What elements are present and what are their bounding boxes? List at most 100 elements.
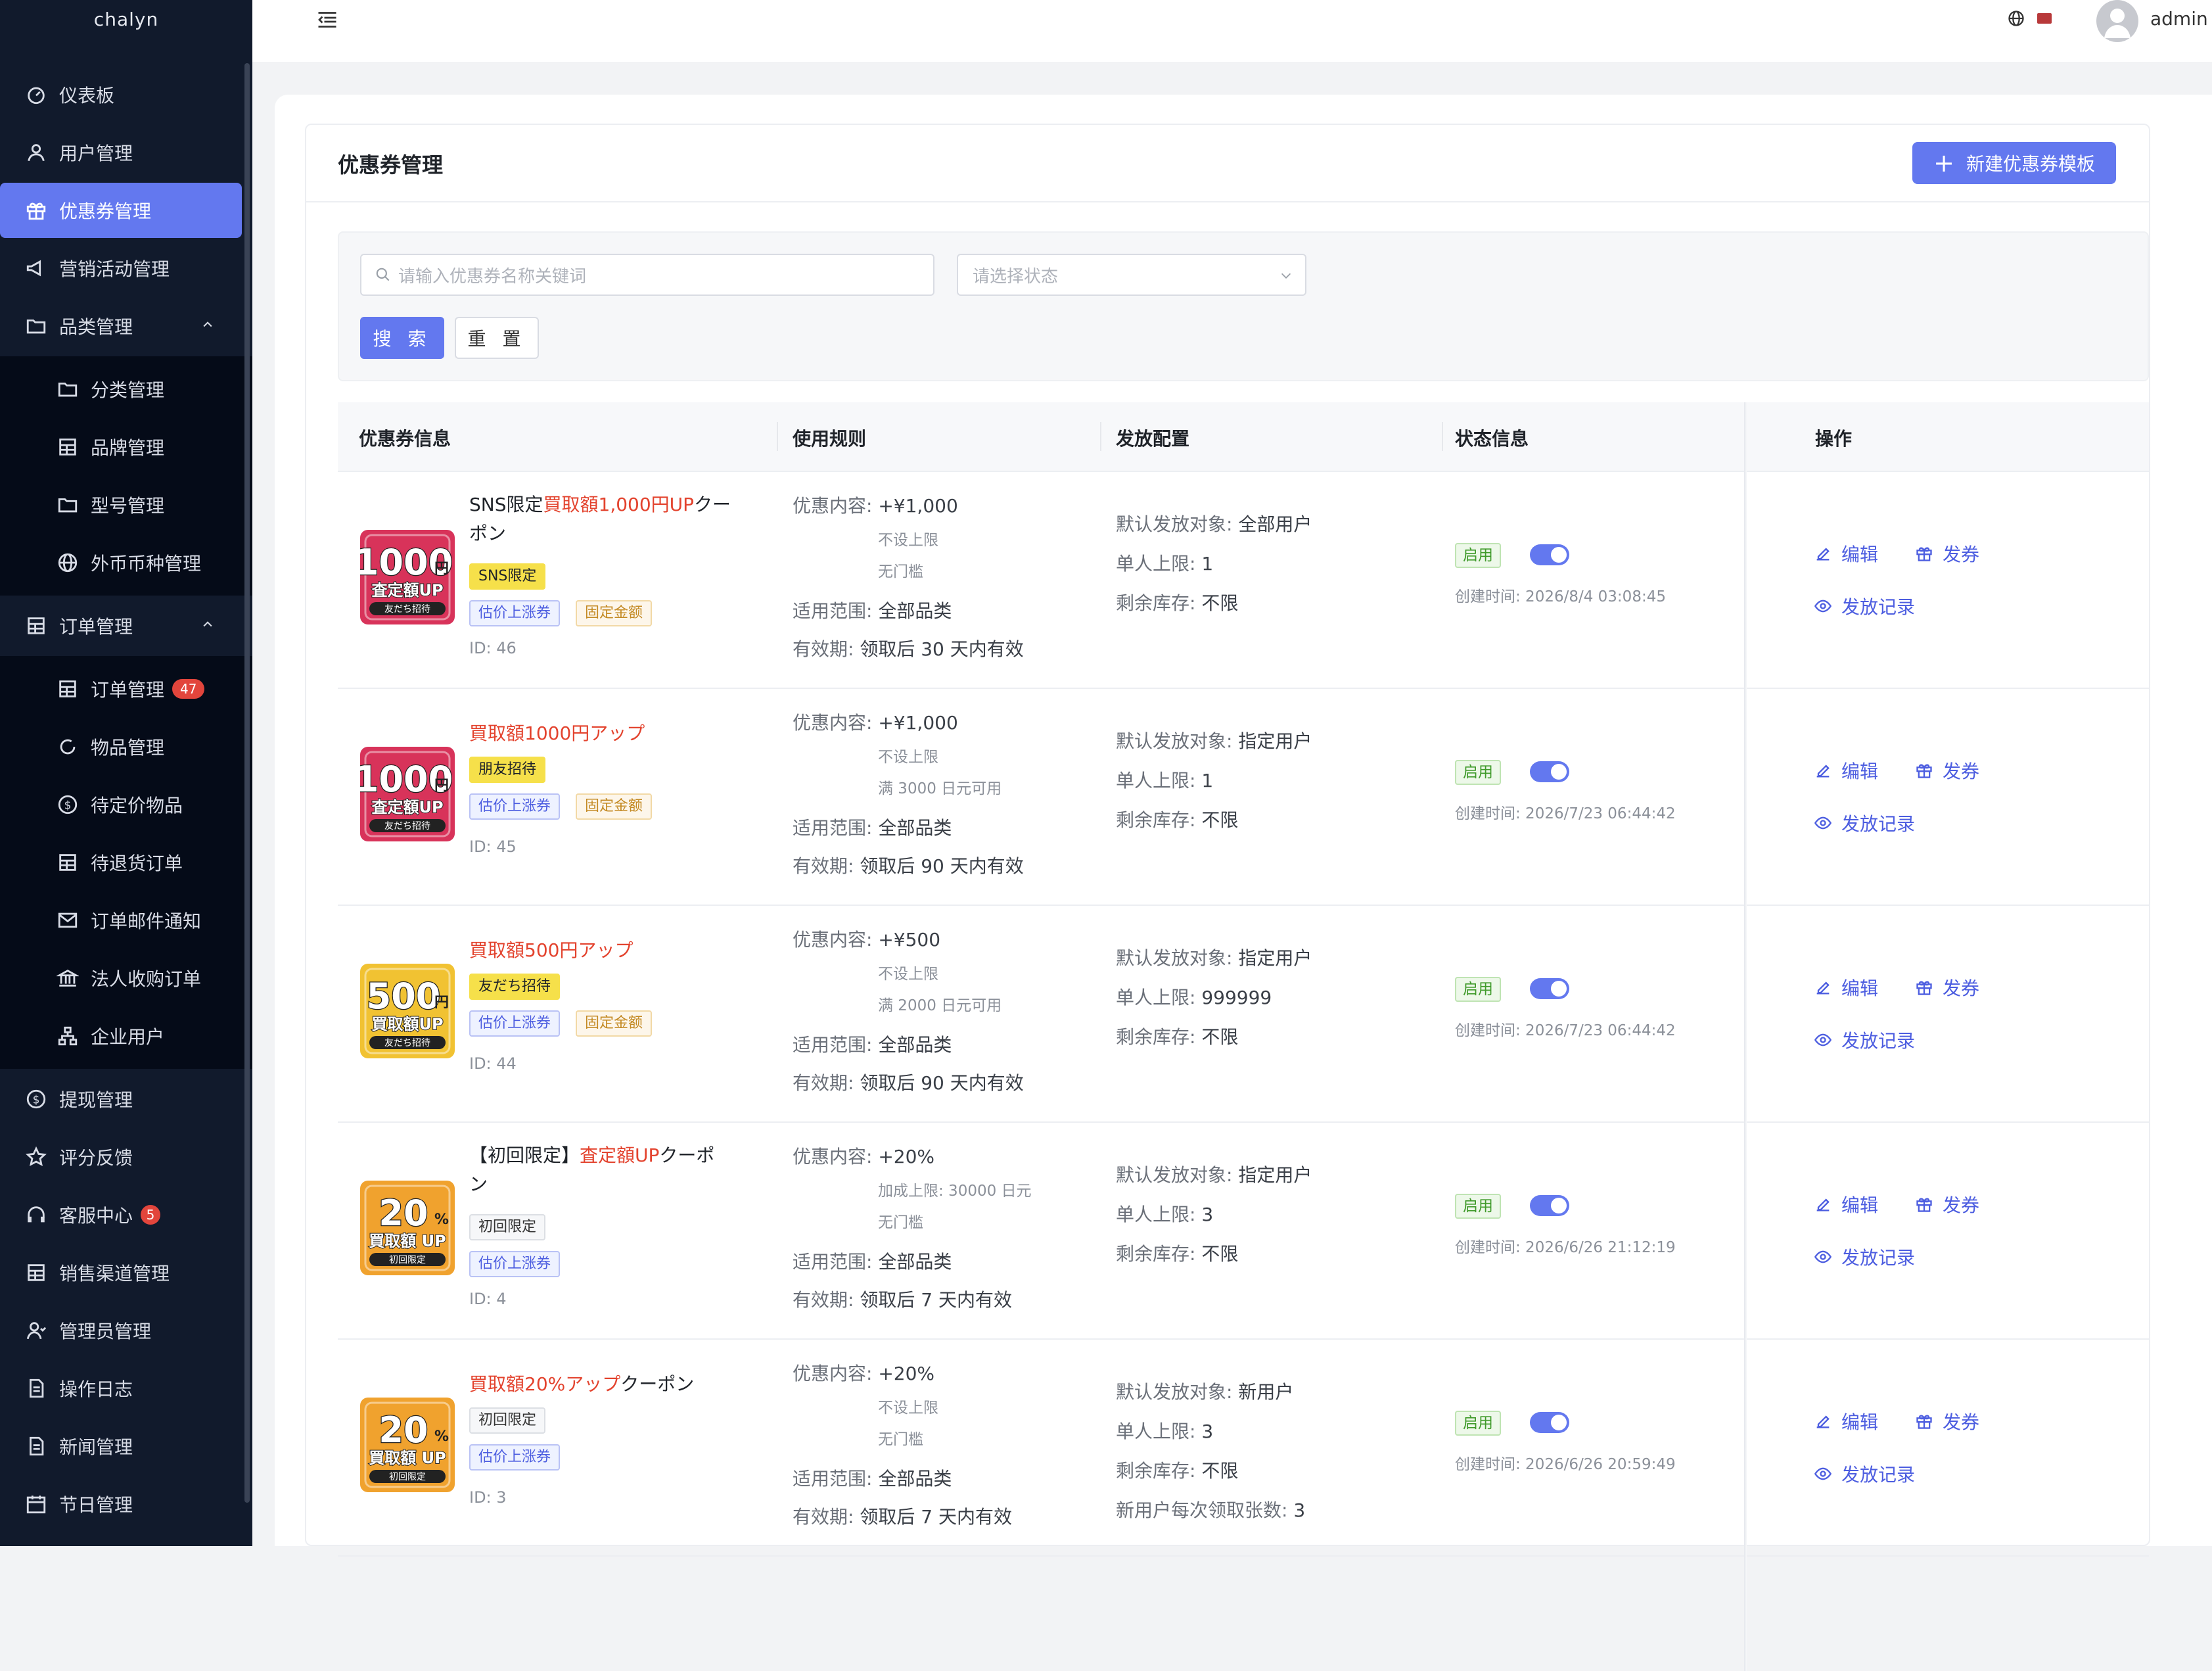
- sidebar-scrollbar[interactable]: [244, 63, 250, 1503]
- status-placeholder: 请选择状态: [973, 266, 1059, 287]
- sidebar-item-bottom-2[interactable]: 客服中心 5: [0, 1187, 252, 1242]
- new-coupon-template-button[interactable]: + 新建优惠券模板: [1912, 142, 2116, 184]
- sidebar-subitem-category-1[interactable]: 品牌管理: [0, 418, 252, 476]
- status-toggle[interactable]: [1530, 1412, 1569, 1433]
- mail-icon: [58, 912, 78, 928]
- sidebar-item-bottom-7[interactable]: 节日管理: [0, 1476, 252, 1532]
- rule-scope: 适用范围: 全部品类: [793, 1251, 952, 1273]
- edit-button[interactable]: 编辑: [1814, 1191, 1878, 1217]
- distribution-line: 剩余库存: 不限: [1116, 809, 1239, 831]
- sidebar-item-0[interactable]: 仪表板: [0, 67, 252, 122]
- coupon-tag: 估价上涨券: [469, 1444, 561, 1471]
- coupon-tags: 朋友招待 估价上涨券 固定金额: [469, 752, 668, 826]
- status-select[interactable]: 请选择状态: [957, 254, 1306, 296]
- user-icon: [28, 144, 45, 162]
- issue-records-button[interactable]: 发放记录: [1814, 1027, 1915, 1053]
- dollar-circle-icon: $: [26, 1089, 46, 1109]
- sidebar-item-3[interactable]: 营销活动管理: [0, 241, 252, 296]
- edit-button[interactable]: 编辑: [1814, 540, 1878, 567]
- sidebar-subitem-category-0[interactable]: 分类管理: [0, 360, 252, 418]
- thumb-sub-text: 初回限定: [389, 1471, 426, 1482]
- sidebar-item-label: 新闻管理: [59, 1436, 133, 1458]
- rule-scope: 适用范围: 全部品类: [793, 600, 952, 622]
- flag-icon[interactable]: [2037, 13, 2052, 24]
- sidebar-subitem-order-0[interactable]: 订单管理 47: [0, 660, 252, 718]
- sidebar-subitem-order-4[interactable]: 订单邮件通知: [0, 891, 252, 949]
- issue-coupon-button[interactable]: 发券: [1915, 540, 1979, 567]
- distribution-line: 默认发放对象: 指定用户: [1116, 1164, 1312, 1186]
- issue-coupon-button[interactable]: 发券: [1915, 974, 1979, 1000]
- sidebar-item-bottom-1[interactable]: 评分反馈: [0, 1129, 252, 1185]
- bank-icon: [57, 970, 79, 987]
- issue-coupon-button[interactable]: 发券: [1915, 757, 1979, 784]
- sidebar-subitem-label: 型号管理: [91, 495, 165, 517]
- thumb-line-text: 買取額UP: [371, 1015, 443, 1033]
- status-toggle[interactable]: [1530, 761, 1569, 782]
- distribution-line: 默认发放对象: 指定用户: [1116, 947, 1312, 969]
- language-globe-icon[interactable]: [2007, 9, 2025, 28]
- search-button[interactable]: 搜 索: [360, 317, 444, 359]
- issue-records-button[interactable]: 发放记录: [1814, 1244, 1915, 1270]
- status-toggle[interactable]: [1530, 978, 1569, 999]
- table-icon: [59, 680, 76, 697]
- sidebar-item-bottom-3[interactable]: 销售渠道管理: [0, 1245, 252, 1300]
- folder-icon: [58, 498, 78, 513]
- rule-content: 优惠内容: +20%: [793, 1146, 935, 1167]
- sidebar-subitem-label: 物品管理: [91, 737, 165, 759]
- coupon-search-input[interactable]: 请输入优惠券名称关键词: [360, 254, 934, 296]
- sidebar-item-orders[interactable]: 订单管理: [0, 598, 252, 653]
- avatar[interactable]: [2096, 0, 2138, 42]
- sidebar-subitem-order-6[interactable]: 企业用户: [0, 1007, 252, 1065]
- edit-button[interactable]: 编辑: [1814, 757, 1878, 784]
- table-header: 优惠券信息 使用规则 发放配置 状态信息 操作: [338, 402, 2149, 472]
- gift-icon: [26, 202, 46, 220]
- sidebar-subitem-order-5[interactable]: 法人收购订单: [0, 949, 252, 1007]
- menu-fold-icon[interactable]: [315, 8, 339, 32]
- sidebar-subitem-label: 品牌管理: [91, 437, 165, 459]
- edit-button[interactable]: 编辑: [1814, 1408, 1878, 1434]
- created-time: 创建时间: 2026/8/4 03:08:45: [1455, 588, 1666, 605]
- sidebar-subitem-order-1[interactable]: 物品管理: [0, 718, 252, 776]
- panel-header: 优惠券管理 + 新建优惠券模板: [306, 125, 2149, 202]
- edit-icon: [1816, 548, 1830, 561]
- sidebar-item-4[interactable]: 品类管理: [0, 298, 252, 354]
- sidebar-subitem-category-3[interactable]: 外币币种管理: [0, 534, 252, 592]
- issue-records-button[interactable]: 发放记录: [1814, 1461, 1915, 1487]
- coupon-thumbnail: 1000円査定額UP友だち招待: [360, 530, 455, 624]
- folder-icon: [58, 383, 78, 397]
- rule-validity: 有效期: 领取后 90 天内有效: [793, 1072, 1024, 1094]
- sidebar-item-label: 品类管理: [59, 316, 133, 338]
- sidebar-item-bottom-0[interactable]: $ 提现管理: [0, 1071, 252, 1127]
- coupon-tag: 固定金额: [576, 793, 653, 820]
- coupon-name: 【初回限定】査定額UPクーポン: [469, 1144, 715, 1195]
- coupon-panel: 优惠券管理 + 新建优惠券模板 请输入优惠券名称关键词 请选择状态 搜 索 重 …: [305, 124, 2150, 1671]
- sidebar-subitem-order-3[interactable]: 待退货订单: [0, 834, 252, 891]
- coupon-tags: SNS限定 估价上涨券 固定金额: [469, 559, 668, 632]
- status-toggle[interactable]: [1530, 1195, 1569, 1216]
- col-actions: 操作: [1815, 428, 1853, 450]
- issue-coupon-button[interactable]: 发券: [1915, 1408, 1979, 1434]
- issue-records-button[interactable]: 发放记录: [1814, 810, 1915, 836]
- sidebar-item-bottom-6[interactable]: 新闻管理: [0, 1419, 252, 1474]
- table-row: 20% 買取額 UP 初回限定 買取額20%アップクーポン 初回限定 估价上涨券 ID: 3…: [338, 1340, 2149, 1557]
- edit-button[interactable]: 编辑: [1814, 974, 1878, 1000]
- sidebar-item-bottom-4[interactable]: 管理员管理: [0, 1303, 252, 1358]
- sidebar-subitem-category-2[interactable]: 型号管理: [0, 476, 252, 534]
- username[interactable]: admin: [2150, 8, 2208, 30]
- thumb-line-text: 買取額 UP: [369, 1232, 446, 1250]
- sidebar-item-bottom-5[interactable]: 操作日志: [0, 1361, 252, 1416]
- coupon-id: ID: 3: [469, 1488, 507, 1507]
- status-badge: 启用: [1455, 1194, 1501, 1219]
- rule-cap: 不设上限: [878, 532, 938, 549]
- issue-coupon-button[interactable]: 发券: [1915, 1191, 1979, 1217]
- issue-records-button[interactable]: 发放记录: [1814, 593, 1915, 619]
- rule-threshold: 无门槛: [878, 1431, 923, 1448]
- status-toggle[interactable]: [1530, 544, 1569, 565]
- gift-icon: [1916, 547, 1932, 561]
- sidebar-item-2[interactable]: 优惠券管理: [0, 183, 242, 238]
- gift-icon: [1916, 764, 1932, 778]
- sidebar-item-1[interactable]: 用户管理: [0, 125, 252, 180]
- reset-button[interactable]: 重 置: [455, 317, 539, 359]
- sidebar-subitem-order-2[interactable]: $ 待定价物品: [0, 776, 252, 834]
- coupon-thumbnail: 500円買取額UP 友だち招待: [360, 964, 455, 1058]
